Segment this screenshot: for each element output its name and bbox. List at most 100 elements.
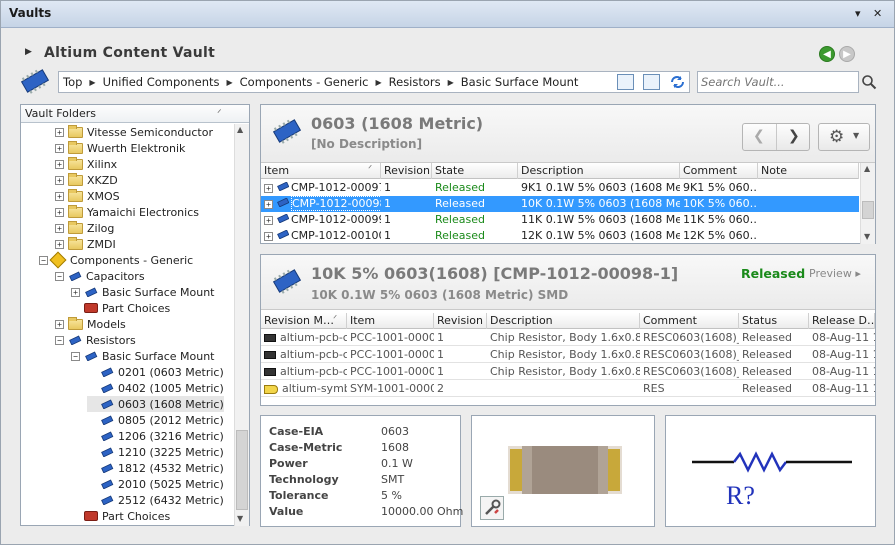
scrollbar-thumb[interactable] bbox=[862, 201, 874, 219]
expand-icon[interactable]: + bbox=[55, 319, 64, 329]
cell-model: altium-pcb-cor bbox=[261, 330, 347, 346]
folder-tree-item[interactable]: + Wuerth Elektronik bbox=[55, 140, 185, 156]
column-header-description[interactable]: Description bbox=[518, 163, 680, 179]
expand-icon[interactable]: + bbox=[55, 175, 64, 185]
folder-tree-item[interactable]: 2010 (5025 Metric) bbox=[87, 476, 224, 492]
forward-button[interactable]: ▶ bbox=[839, 46, 855, 62]
items-scrollbar[interactable]: ▲ ▼ bbox=[860, 163, 875, 244]
breadcrumb-resistors[interactable]: Resistors bbox=[389, 75, 441, 89]
folder-tree-item[interactable]: − Resistors bbox=[55, 332, 136, 348]
view-panel-icon[interactable] bbox=[643, 74, 660, 90]
folder-tree-item[interactable]: − Capacitors bbox=[55, 268, 145, 284]
close-icon[interactable]: ✕ bbox=[873, 7, 882, 20]
column-header-state[interactable]: State bbox=[432, 163, 518, 179]
folder-tree-item[interactable]: − Basic Surface Mount bbox=[71, 348, 215, 364]
folder-tree-item[interactable]: + Vitesse Semiconductor bbox=[55, 124, 213, 140]
expand-icon[interactable]: + bbox=[264, 183, 273, 193]
folder-tree-item[interactable]: + Yamaichi Electronics bbox=[55, 204, 199, 220]
folder-tree-item[interactable]: + XKZD bbox=[55, 172, 118, 188]
breadcrumb-basic-surface-mount[interactable]: Basic Surface Mount bbox=[461, 75, 579, 89]
folder-tree-scrollbar[interactable]: ▲ ▼ bbox=[234, 124, 249, 526]
tools-icon[interactable] bbox=[480, 496, 504, 520]
scroll-down-icon[interactable]: ▼ bbox=[864, 232, 870, 241]
expand-icon[interactable]: + bbox=[264, 231, 273, 241]
breadcrumb-separator-icon[interactable]: ▶ bbox=[448, 78, 454, 87]
column-header-comment[interactable]: Comment bbox=[680, 163, 758, 179]
scroll-up-icon[interactable]: ▲ bbox=[237, 125, 243, 134]
table-row[interactable]: + CMP-1012-00097 1 Released 9K1 0.1W 5% 0603… bbox=[261, 180, 859, 196]
collapse-icon[interactable]: − bbox=[55, 335, 64, 345]
folder-tree-item[interactable]: 2512 (6432 Metric) bbox=[87, 492, 224, 508]
refresh-icon[interactable] bbox=[669, 74, 686, 90]
pin-icon[interactable]: ᐟ bbox=[217, 107, 222, 120]
table-row[interactable]: altium-pcb-corPCC-1001-000091 Chip Resist… bbox=[261, 364, 875, 380]
search-input[interactable] bbox=[701, 73, 851, 91]
breadcrumb-separator-icon[interactable]: ▶ bbox=[375, 78, 381, 87]
folder-tree-item[interactable]: 0603 (1608 Metric) bbox=[87, 396, 224, 412]
cell-status: Released bbox=[742, 365, 792, 378]
table-row[interactable]: + CMP-1012-00098 1 Released 10K 0.1W 5% 0603… bbox=[261, 196, 859, 212]
folder-tree-item[interactable]: + ZMDI bbox=[55, 236, 116, 252]
collapse-icon[interactable]: − bbox=[39, 255, 48, 265]
column-header-revision[interactable]: Revision bbox=[381, 163, 432, 179]
expand-icon[interactable]: + bbox=[55, 159, 64, 169]
breadcrumb-components-generic[interactable]: Components - Generic bbox=[240, 75, 369, 89]
parameter-value: 5 % bbox=[381, 489, 402, 502]
breadcrumb-separator-icon[interactable]: ▶ bbox=[89, 78, 95, 87]
column-header-revision[interactable]: Revision bbox=[434, 313, 487, 329]
breadcrumb-top[interactable]: Top bbox=[63, 75, 82, 89]
breadcrumb-separator-icon[interactable]: ▶ bbox=[227, 78, 233, 87]
collapse-icon[interactable]: − bbox=[55, 271, 64, 281]
expand-icon[interactable]: + bbox=[55, 239, 64, 249]
folder-tree-item[interactable]: + Xilinx bbox=[55, 156, 117, 172]
folder-tree-item[interactable]: 0201 (0603 Metric) bbox=[87, 364, 224, 380]
folder-tree-item[interactable]: 1210 (3225 Metric) bbox=[87, 444, 224, 460]
scrollbar-thumb[interactable] bbox=[236, 430, 248, 510]
table-row[interactable]: altium-pcb-corPCC-1001-000081 Chip Resist… bbox=[261, 347, 875, 363]
column-header-item[interactable]: Item bbox=[347, 313, 434, 329]
search-icon[interactable] bbox=[861, 74, 877, 90]
table-row[interactable]: altium-symbolSYM-1001-000012 RES Released 0… bbox=[261, 381, 875, 397]
folder-tree-item[interactable]: 1812 (4532 Metric) bbox=[87, 460, 224, 476]
table-row[interactable]: + CMP-1012-00099 1 Released 11K 0.1W 5% 0603… bbox=[261, 212, 859, 228]
column-header-status[interactable]: Status bbox=[739, 313, 809, 329]
view-details-icon[interactable] bbox=[617, 74, 634, 90]
expand-icon[interactable]: + bbox=[55, 191, 64, 201]
back-button[interactable]: ◀ bbox=[819, 46, 835, 62]
expand-icon[interactable]: + bbox=[55, 127, 64, 137]
expand-icon[interactable]: + bbox=[55, 207, 64, 217]
folder-tree-item[interactable]: 1206 (3216 Metric) bbox=[87, 428, 224, 444]
previous-icon[interactable]: ❮ bbox=[753, 128, 765, 144]
folder-tree-item[interactable]: − Components - Generic bbox=[39, 251, 193, 269]
table-row[interactable]: altium-pcb-corPCC-1001-000071 Chip Resist… bbox=[261, 330, 875, 346]
dropdown-icon[interactable]: ▾ bbox=[855, 7, 861, 20]
collapse-arrow-icon[interactable]: ▶ bbox=[25, 47, 32, 57]
expand-icon[interactable]: + bbox=[55, 143, 64, 153]
folder-tree-item[interactable]: 0805 (2012 Metric) bbox=[87, 412, 224, 428]
component-icon bbox=[68, 271, 82, 282]
breadcrumb-unified-components[interactable]: Unified Components bbox=[103, 75, 220, 89]
folder-tree-item[interactable]: 0402 (1005 Metric) bbox=[87, 380, 224, 396]
scroll-up-icon[interactable]: ▲ bbox=[864, 164, 870, 173]
folder-tree-item[interactable]: + Models bbox=[55, 316, 126, 332]
scroll-down-icon[interactable]: ▼ bbox=[237, 514, 243, 523]
collapse-icon[interactable]: − bbox=[71, 351, 80, 361]
expand-icon[interactable]: + bbox=[264, 199, 273, 209]
column-header-item[interactable]: Item bbox=[261, 163, 381, 179]
folder-tree-item[interactable]: Part Choices bbox=[71, 508, 170, 524]
expand-icon[interactable]: + bbox=[264, 215, 273, 225]
folder-tree-item[interactable]: + XMOS bbox=[55, 188, 120, 204]
folder-tree-item[interactable]: Part Choices bbox=[71, 300, 170, 316]
expand-icon[interactable]: + bbox=[71, 287, 80, 297]
next-icon[interactable]: ❯ bbox=[788, 128, 800, 144]
column-header-note[interactable]: Note bbox=[758, 163, 859, 179]
table-row[interactable]: + CMP-1012-00100 1 Released 12K 0.1W 5% 0603… bbox=[261, 228, 859, 244]
operations-button[interactable]: ⚙ ▼ bbox=[818, 123, 870, 151]
folder-tree-item[interactable]: + Zilog bbox=[55, 220, 114, 236]
preview-link[interactable]: Preview ▸ bbox=[809, 267, 861, 280]
expand-icon[interactable]: + bbox=[55, 223, 64, 233]
column-header-release-date[interactable]: Release D… bbox=[809, 313, 875, 329]
column-header-comment[interactable]: Comment bbox=[640, 313, 739, 329]
folder-tree-item[interactable]: + Basic Surface Mount bbox=[71, 284, 215, 300]
column-header-description[interactable]: Description bbox=[487, 313, 640, 329]
